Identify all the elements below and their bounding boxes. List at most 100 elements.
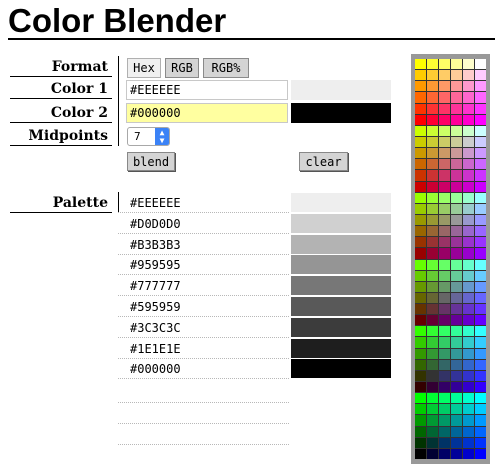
color-cell[interactable]	[451, 437, 462, 448]
color-cell[interactable]	[415, 170, 426, 181]
color-cell[interactable]	[475, 226, 486, 237]
color-cell[interactable]	[475, 136, 486, 148]
color-cell[interactable]	[439, 181, 450, 192]
color-cell[interactable]	[427, 437, 438, 448]
color-cell[interactable]	[415, 415, 426, 426]
color-cell[interactable]	[415, 337, 426, 348]
color-cell[interactable]	[415, 315, 426, 326]
color-cell[interactable]	[439, 326, 450, 337]
color-cell[interactable]	[427, 148, 438, 159]
color-cell[interactable]	[427, 270, 438, 281]
color-cell[interactable]	[463, 437, 474, 448]
color-cell[interactable]	[451, 281, 462, 292]
color-cell[interactable]	[463, 382, 474, 393]
color-cell[interactable]	[439, 448, 450, 459]
color-cell[interactable]	[451, 203, 462, 214]
color-cell[interactable]	[427, 214, 438, 226]
color-cell[interactable]	[427, 304, 438, 315]
color-cell[interactable]	[475, 159, 486, 170]
color-cell[interactable]	[451, 259, 462, 270]
color-cell[interactable]	[427, 170, 438, 181]
color-cell[interactable]	[439, 370, 450, 382]
color-cell[interactable]	[439, 170, 450, 181]
color-cell[interactable]	[439, 415, 450, 426]
color-cell[interactable]	[415, 136, 426, 148]
color-cell[interactable]	[475, 170, 486, 181]
color-cell[interactable]	[427, 337, 438, 348]
color-cell[interactable]	[427, 114, 438, 125]
color-cell[interactable]	[439, 315, 450, 326]
color-cell[interactable]	[439, 70, 450, 81]
color-cell[interactable]	[451, 448, 462, 459]
color-cell[interactable]	[475, 125, 486, 136]
color-cell[interactable]	[463, 259, 474, 270]
color-cell[interactable]	[451, 337, 462, 348]
color-cell[interactable]	[451, 315, 462, 326]
color-cell[interactable]	[451, 304, 462, 315]
color-cell[interactable]	[415, 326, 426, 337]
color-cell[interactable]	[439, 393, 450, 404]
color-cell[interactable]	[415, 203, 426, 214]
color-cell[interactable]	[427, 448, 438, 459]
color-cell[interactable]	[415, 214, 426, 226]
color-cell[interactable]	[439, 404, 450, 415]
color-cell[interactable]	[451, 370, 462, 382]
color-cell[interactable]	[463, 148, 474, 159]
color-cell[interactable]	[439, 337, 450, 348]
color1-input[interactable]: #EEEEEE	[126, 80, 288, 100]
color-cell[interactable]	[475, 281, 486, 292]
color-cell[interactable]	[475, 304, 486, 315]
color-cell[interactable]	[439, 148, 450, 159]
color-cell[interactable]	[463, 70, 474, 81]
color-cell[interactable]	[427, 125, 438, 136]
color-cell[interactable]	[463, 248, 474, 259]
color-cell[interactable]	[415, 114, 426, 125]
color-cell[interactable]	[415, 404, 426, 415]
color-cell[interactable]	[427, 370, 438, 382]
color-cell[interactable]	[439, 114, 450, 125]
color2-input[interactable]: #000000	[126, 103, 288, 123]
color-cell[interactable]	[439, 248, 450, 259]
color-cell[interactable]	[475, 348, 486, 359]
color-cell[interactable]	[427, 326, 438, 337]
color-cell[interactable]	[451, 59, 462, 70]
color-cell[interactable]	[427, 70, 438, 81]
color-cell[interactable]	[463, 359, 474, 370]
color-cell[interactable]	[427, 426, 438, 437]
color-cell[interactable]	[463, 181, 474, 192]
color-cell[interactable]	[451, 415, 462, 426]
color-cell[interactable]	[415, 359, 426, 370]
format-rgbpct-button[interactable]: RGB%	[203, 58, 249, 78]
color-cell[interactable]	[427, 393, 438, 404]
color-cell[interactable]	[439, 426, 450, 437]
color-cell[interactable]	[475, 81, 486, 92]
color-cell[interactable]	[475, 248, 486, 259]
color-cell[interactable]	[415, 103, 426, 114]
format-hex-button[interactable]: Hex	[127, 58, 161, 78]
color-cell[interactable]	[475, 315, 486, 326]
color-cell[interactable]	[415, 159, 426, 170]
color-cell[interactable]	[463, 203, 474, 214]
color-cell[interactable]	[475, 292, 486, 304]
color-cell[interactable]	[427, 59, 438, 70]
clear-button[interactable]: clear	[299, 152, 348, 171]
color-cell[interactable]	[463, 337, 474, 348]
color-cell[interactable]	[451, 192, 462, 203]
color-cell[interactable]	[451, 92, 462, 103]
color-cell[interactable]	[415, 125, 426, 136]
color-cell[interactable]	[451, 292, 462, 304]
color-cell[interactable]	[463, 326, 474, 337]
color-cell[interactable]	[415, 426, 426, 437]
color-cell[interactable]	[427, 404, 438, 415]
color-cell[interactable]	[415, 370, 426, 382]
color-cell[interactable]	[427, 136, 438, 148]
color-cell[interactable]	[463, 393, 474, 404]
color-cell[interactable]	[475, 448, 486, 459]
color-cell[interactable]	[475, 415, 486, 426]
color-cell[interactable]	[475, 70, 486, 81]
color-cell[interactable]	[475, 181, 486, 192]
color-cell[interactable]	[463, 304, 474, 315]
color-cell[interactable]	[415, 248, 426, 259]
color-cell[interactable]	[463, 415, 474, 426]
color-cell[interactable]	[427, 359, 438, 370]
